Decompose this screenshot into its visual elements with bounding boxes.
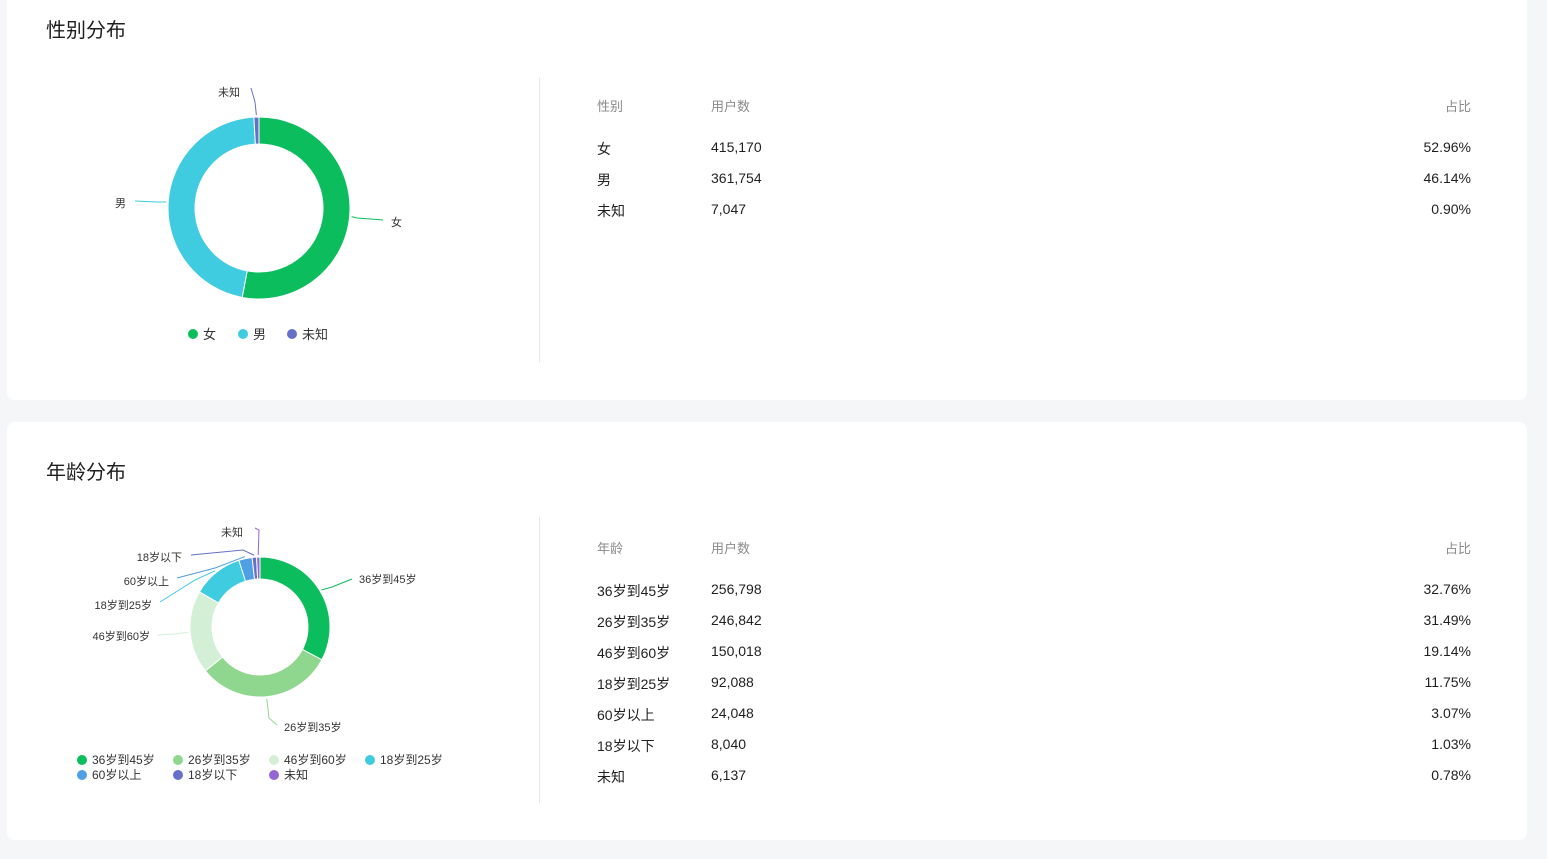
legend-item-label[interactable]: 未知 bbox=[302, 327, 328, 342]
table-row: 男 361,754 46.14% bbox=[597, 170, 1471, 190]
legend-item-label[interactable]: 60岁以上 bbox=[92, 767, 141, 782]
legend-marker[interactable] bbox=[188, 329, 198, 339]
table-cell: 46.14% bbox=[1423, 170, 1471, 186]
label-leader-line bbox=[250, 87, 257, 116]
table-header: 性别 用户数 占比 bbox=[597, 96, 1471, 116]
table-cell: 1.03% bbox=[1431, 736, 1471, 752]
table-row: 18岁以下 8,040 1.03% bbox=[597, 736, 1471, 756]
table-cell: 256,798 bbox=[711, 581, 762, 597]
table-cell: 31.49% bbox=[1423, 612, 1471, 628]
gender-distribution-card: 性别分布 女男未知女男未知 性别 用户数 占比女 415,170 52.96% 男 361,… bbox=[7, 0, 1527, 400]
slice-label: 18岁到25岁 bbox=[95, 598, 152, 612]
column-header: 占比 bbox=[1444, 99, 1471, 114]
table-cell: 女 bbox=[597, 141, 611, 157]
table-cell: 24,048 bbox=[711, 705, 754, 721]
table-cell: 92,088 bbox=[711, 674, 754, 690]
table-cell: 0.90% bbox=[1431, 201, 1471, 217]
donut-slice[interactable] bbox=[256, 556, 261, 580]
table-row: 26岁到35岁 246,842 31.49% bbox=[597, 612, 1471, 632]
slice-label: 60岁以上 bbox=[124, 574, 169, 588]
table-cell: 246,842 bbox=[711, 612, 762, 628]
legend-marker[interactable] bbox=[173, 770, 183, 780]
table-cell: 男 bbox=[597, 172, 611, 188]
table-cell: 32.76% bbox=[1423, 581, 1471, 597]
legend-item-label[interactable]: 女 bbox=[203, 327, 216, 342]
table-cell: 36岁到45岁 bbox=[597, 583, 671, 599]
column-header: 占比 bbox=[1444, 541, 1471, 556]
legend-item-label[interactable]: 未知 bbox=[284, 768, 308, 782]
slice-label: 46岁到60岁 bbox=[93, 629, 150, 643]
table-cell: 150,018 bbox=[711, 643, 762, 659]
table-cell: 46岁到60岁 bbox=[597, 645, 671, 661]
label-leader-line bbox=[254, 527, 260, 556]
table-row: 46岁到60岁 150,018 19.14% bbox=[597, 643, 1471, 663]
slice-label: 男 bbox=[115, 198, 126, 210]
legend-item-label[interactable]: 18岁到25岁 bbox=[380, 752, 443, 767]
table-row: 18岁到25岁 92,088 11.75% bbox=[597, 674, 1471, 694]
table-cell: 11.75% bbox=[1424, 674, 1471, 690]
table-cell: 未知 bbox=[597, 203, 625, 219]
table-cell: 415,170 bbox=[711, 139, 762, 155]
legend-item-label[interactable]: 46岁到60岁 bbox=[284, 752, 347, 767]
label-leader-line bbox=[266, 698, 278, 726]
section-divider bbox=[539, 78, 540, 362]
table-cell: 18岁到25岁 bbox=[597, 676, 671, 692]
table-row: 未知 7,047 0.90% bbox=[597, 201, 1471, 221]
legend-marker[interactable] bbox=[173, 755, 183, 765]
table-row: 60岁以上 24,048 3.07% bbox=[597, 705, 1471, 725]
label-leader-line bbox=[156, 631, 189, 636]
age-distribution-card: 年龄分布 36岁到45岁 26岁到35岁 46岁到60岁 18岁到25岁 60岁以上 18… bbox=[7, 422, 1527, 840]
table-row: 女 415,170 52.96% bbox=[597, 139, 1471, 159]
section-divider bbox=[539, 517, 540, 803]
slice-label: 26岁到35岁 bbox=[284, 720, 341, 734]
legend-marker[interactable] bbox=[269, 770, 279, 780]
slice-label: 未知 bbox=[218, 85, 240, 99]
age-donut-chart: 36岁到45岁26岁到35岁46岁到60岁18岁到25岁60岁以上18岁以下未知… bbox=[77, 525, 443, 782]
column-header: 用户数 bbox=[711, 99, 751, 114]
table-cell: 361,754 bbox=[711, 170, 762, 186]
label-leader-line bbox=[321, 578, 353, 591]
label-leader-line bbox=[190, 549, 255, 556]
column-header: 年龄 bbox=[597, 541, 624, 556]
table-cell: 0.78% bbox=[1431, 767, 1471, 783]
gender-table: 性别 用户数 占比女 415,170 52.96% 男 361,754 46.14% 未知 7,0… bbox=[597, 96, 1471, 221]
table-row: 36岁到45岁 256,798 32.76% bbox=[597, 581, 1471, 601]
gender-donut-chart: 女男未知女男未知 bbox=[115, 85, 402, 342]
donut-slice[interactable] bbox=[204, 648, 323, 698]
legend-item-label[interactable]: 26岁到35岁 bbox=[188, 752, 251, 767]
table-header: 年龄 用户数 占比 bbox=[597, 538, 1471, 558]
table-cell: 60岁以上 bbox=[597, 707, 655, 723]
age-table: 年龄 用户数 占比 36岁到45岁 256,798 32.76% 26岁到35岁 246,84… bbox=[597, 538, 1471, 787]
table-cell: 26岁到35岁 bbox=[597, 614, 671, 630]
slice-label: 未知 bbox=[221, 525, 243, 539]
column-header: 性别 bbox=[597, 99, 624, 114]
legend-item-label[interactable]: 36岁到45岁 bbox=[92, 752, 155, 767]
legend-marker[interactable] bbox=[77, 770, 87, 780]
donut-slice[interactable] bbox=[259, 556, 331, 661]
legend-marker[interactable] bbox=[365, 755, 375, 765]
slice-label: 36岁到45岁 bbox=[359, 572, 416, 586]
table-row: 未知 6,137 0.78% bbox=[597, 767, 1471, 787]
donut-slice[interactable] bbox=[189, 591, 224, 672]
table-cell: 18岁以下 bbox=[597, 738, 655, 754]
donut-slice[interactable] bbox=[167, 116, 256, 299]
table-cell: 6,137 bbox=[711, 767, 747, 783]
legend-marker[interactable] bbox=[238, 329, 248, 339]
table-cell: 19.14% bbox=[1423, 643, 1471, 659]
table-cell: 52.96% bbox=[1423, 139, 1471, 155]
legend-item-label[interactable]: 男 bbox=[253, 327, 266, 342]
legend-marker[interactable] bbox=[77, 755, 87, 765]
label-leader-line bbox=[351, 216, 384, 221]
table-cell: 未知 bbox=[597, 769, 625, 785]
legend-item-label[interactable]: 18岁以下 bbox=[188, 767, 237, 782]
table-cell: 7,047 bbox=[711, 201, 747, 217]
column-header: 用户数 bbox=[711, 541, 751, 556]
legend-marker[interactable] bbox=[287, 329, 297, 339]
slice-label: 女 bbox=[391, 215, 402, 229]
legend-marker[interactable] bbox=[269, 755, 279, 765]
slice-label: 18岁以下 bbox=[137, 550, 182, 564]
label-leader-line bbox=[134, 200, 167, 203]
table-cell: 8,040 bbox=[711, 736, 747, 752]
table-cell: 3.07% bbox=[1431, 705, 1471, 721]
